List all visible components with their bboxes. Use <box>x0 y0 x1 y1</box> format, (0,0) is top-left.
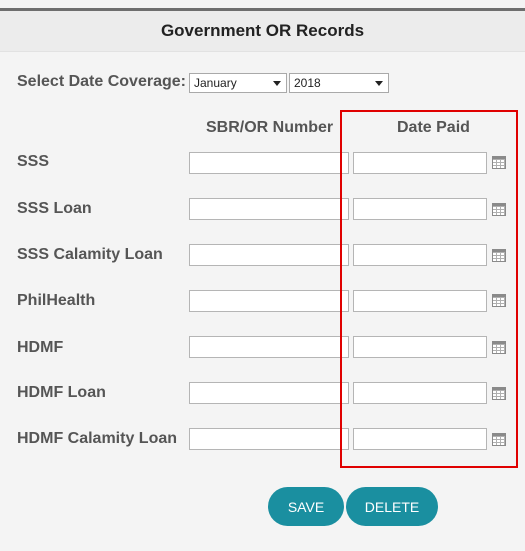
date-coverage-label: Select Date Coverage: <box>17 73 186 90</box>
hdmf-or-number-input[interactable] <box>189 336 349 358</box>
row-label-hdmf: HDMF <box>17 339 64 356</box>
sss-or-number-input[interactable] <box>189 152 349 174</box>
page-header: Government OR Records <box>0 11 525 52</box>
philhealth-or-number-input[interactable] <box>189 290 349 312</box>
month-select[interactable]: January <box>189 73 287 93</box>
year-select-value: 2018 <box>294 76 321 90</box>
row-label-hdmf-loan: HDMF Loan <box>17 384 106 401</box>
page-title: Government OR Records <box>160 21 365 40</box>
hdmf-calamity-loan-or-number-input[interactable] <box>189 428 349 450</box>
delete-button[interactable]: DELETE <box>346 487 438 526</box>
row-label-philhealth: PhilHealth <box>17 292 96 309</box>
sss-loan-or-number-input[interactable] <box>189 198 349 220</box>
chevron-down-icon <box>273 81 281 86</box>
row-label-sss: SSS <box>17 153 50 170</box>
month-select-value: January <box>194 76 237 90</box>
row-label-hdmf-calamity-loan: HDMF Calamity Loan <box>17 430 178 447</box>
chevron-down-icon <box>375 81 383 86</box>
hdmf-loan-or-number-input[interactable] <box>189 382 349 404</box>
save-button[interactable]: SAVE <box>268 487 344 526</box>
sbr-or-number-header: SBR/OR Number <box>206 119 334 136</box>
row-label-sss-loan: SSS Loan <box>17 200 92 217</box>
year-select[interactable]: 2018 <box>289 73 389 93</box>
row-label-sss-calamity-loan: SSS Calamity Loan <box>17 246 163 263</box>
date-paid-highlight-box <box>340 110 518 468</box>
sss-calamity-loan-or-number-input[interactable] <box>189 244 349 266</box>
